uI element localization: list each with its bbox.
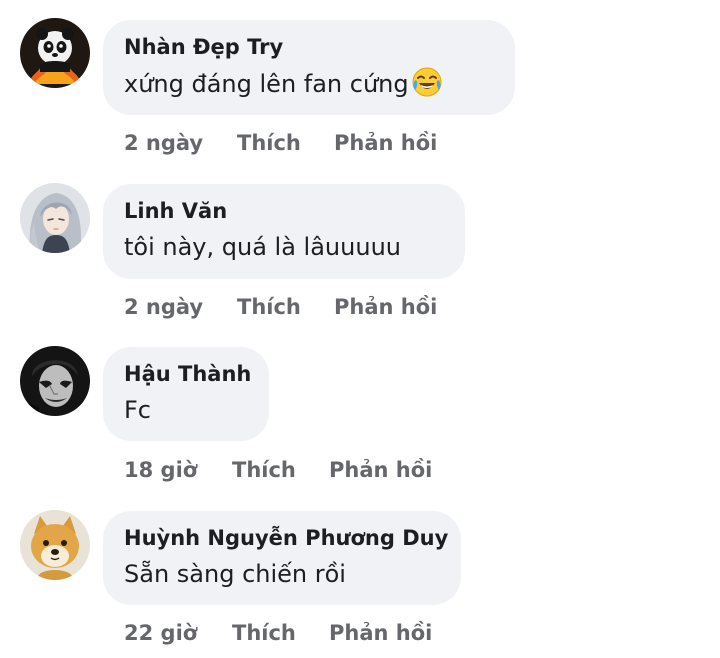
comment-timestamp[interactable]: 18 giờ [124, 455, 197, 485]
reply-button[interactable]: Phản hồi [329, 618, 432, 648]
comment-text: Fc [124, 396, 151, 424]
reply-button[interactable]: Phản hồi [334, 128, 437, 158]
comment-text: tôi này, quá là lâuuuuu [124, 233, 401, 261]
comment-bubble: Huỳnh Nguyễn Phương Duy Sẵn sàng chiến r… [103, 511, 461, 605]
reply-button[interactable]: Phản hồi [334, 292, 437, 322]
comment-bubble: Hậu Thành Fc [103, 347, 269, 441]
comment-timestamp[interactable]: 22 giờ [124, 618, 197, 648]
like-button[interactable]: Thích [232, 455, 296, 485]
comment-author[interactable]: Nhàn Đẹp Try [124, 32, 495, 62]
like-button[interactable]: Thích [232, 618, 296, 648]
comment-bubble: Nhàn Đẹp Try xứng đáng lên fan cứng [103, 20, 515, 115]
comment-timestamp[interactable]: 2 ngày [124, 292, 203, 322]
face-with-tears-of-joy-icon [412, 67, 442, 97]
like-button[interactable]: Thích [237, 292, 301, 322]
silver-hair-character-avatar-icon [20, 183, 90, 253]
comment-author[interactable]: Hậu Thành [124, 359, 251, 389]
panda-avatar-icon [20, 18, 90, 88]
avatar[interactable] [20, 183, 90, 253]
comment-text: xứng đáng lên fan cứng [124, 66, 495, 101]
joker-avatar-icon [20, 346, 90, 416]
comment-bubble: Linh Văn tôi này, quá là lâuuuuu [103, 184, 465, 279]
avatar[interactable] [20, 18, 90, 88]
avatar[interactable] [20, 346, 90, 416]
avatar[interactable] [20, 510, 90, 580]
reply-button[interactable]: Phản hồi [329, 455, 432, 485]
comment-timestamp[interactable]: 2 ngày [124, 128, 203, 158]
comment-text: Sẵn sàng chiến rồi [124, 560, 346, 588]
shiba-dog-avatar-icon [20, 510, 90, 580]
comment-author[interactable]: Huỳnh Nguyễn Phương Duy [124, 523, 448, 553]
comment-author[interactable]: Linh Văn [124, 196, 445, 226]
like-button[interactable]: Thích [237, 128, 301, 158]
